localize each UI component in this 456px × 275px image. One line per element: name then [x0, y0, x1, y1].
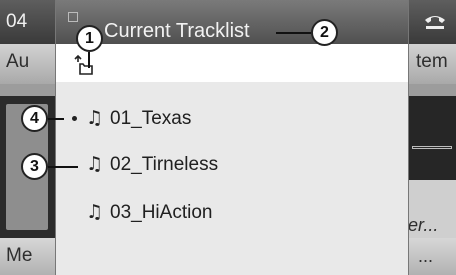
menu-item-system-partial[interactable]: tem [416, 51, 448, 73]
popup-header: Current Tracklist [56, 0, 408, 44]
right-lower-label[interactable]: er... [408, 215, 438, 236]
track-title: 01_Texas [110, 108, 192, 129]
more-options-label[interactable]: ... [418, 246, 433, 267]
track-title: 03_HiAction [110, 202, 213, 223]
music-note-icon: ♫ [86, 153, 104, 175]
clock-display: 04 [6, 11, 28, 32]
folder-up-icon [74, 54, 93, 75]
phone-icon[interactable] [423, 12, 447, 32]
callout-leader-1 [88, 52, 90, 68]
track-item[interactable]: ♫ 02_Tirneless [56, 143, 408, 189]
menu-item-media-partial[interactable]: Me [6, 245, 32, 267]
callout-2: 2 [311, 19, 338, 46]
callout-3: 3 [21, 153, 48, 180]
folder-up-row[interactable] [56, 44, 408, 82]
callout-leader-3 [48, 166, 78, 168]
current-track-bullet [72, 116, 77, 121]
track-item[interactable]: ♫ 01_Texas [56, 97, 408, 143]
menu-item-audio-partial[interactable]: Au [6, 51, 29, 73]
music-note-icon: ♫ [86, 201, 104, 223]
tracklist-popup: Current Tracklist ♫ 01_Texas ♫ 02_Tirnel… [56, 0, 408, 275]
list-icon [68, 12, 78, 22]
track-item[interactable]: ♫ 03_HiAction [56, 191, 408, 237]
music-note-icon: ♫ [86, 107, 104, 129]
popup-title: Current Tracklist [104, 20, 250, 42]
callout-4: 4 [21, 105, 48, 132]
callout-1: 1 [76, 25, 103, 52]
right-info-panel [408, 96, 456, 180]
track-title: 02_Tirneless [110, 154, 219, 175]
progress-bar [412, 146, 452, 149]
callout-leader-2 [276, 32, 311, 34]
callout-leader-4 [48, 118, 64, 120]
